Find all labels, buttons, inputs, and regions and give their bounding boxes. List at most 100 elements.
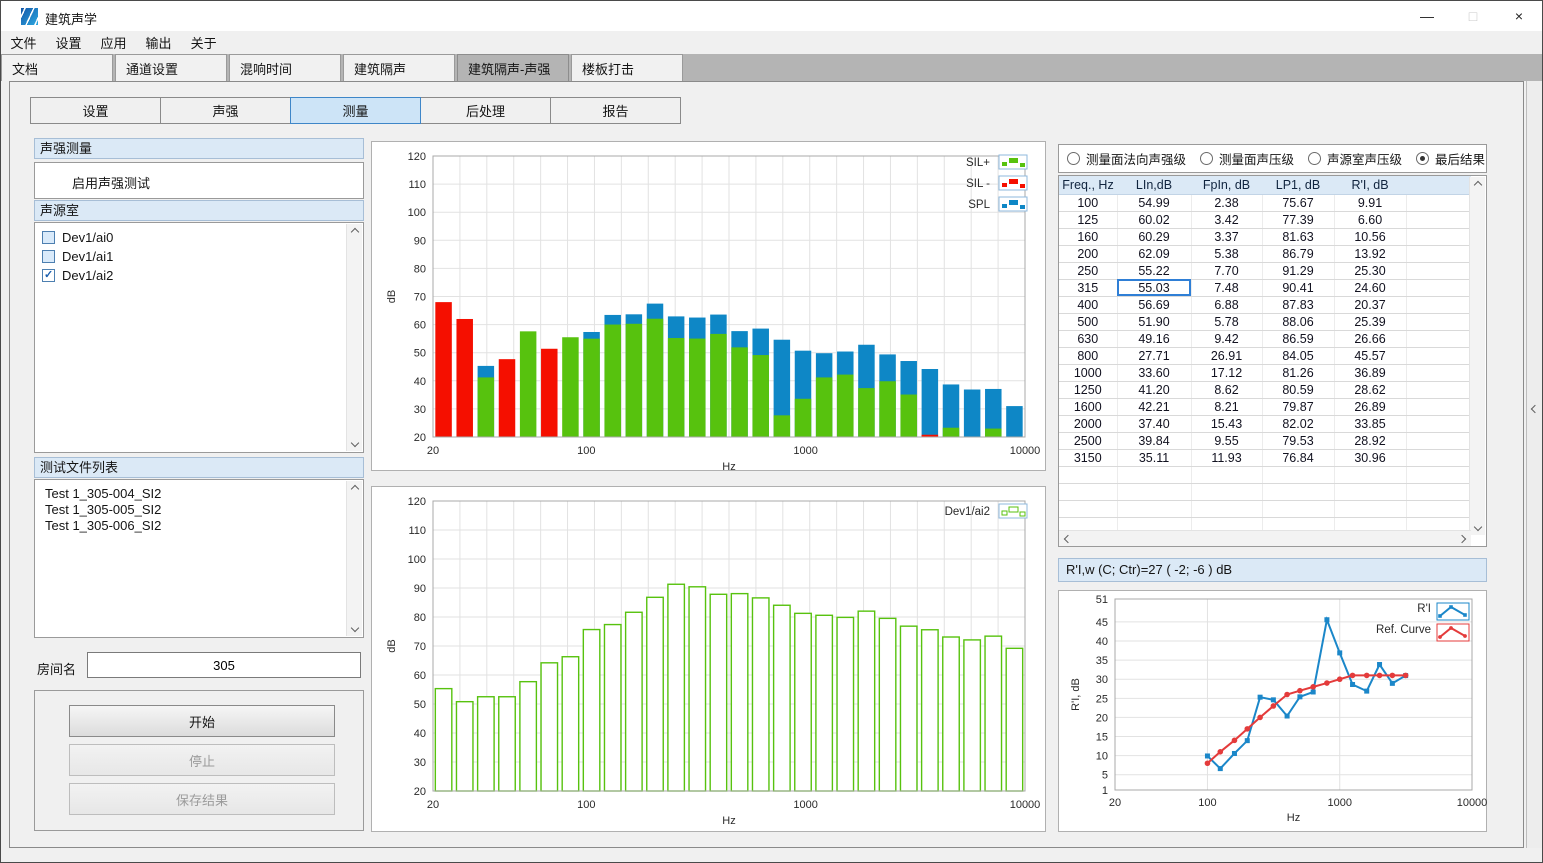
test-file-item[interactable]: Test 1_305-005_SI2 xyxy=(35,502,363,518)
table-cell[interactable]: 28.62 xyxy=(1334,381,1406,398)
table-cell[interactable] xyxy=(1262,466,1334,483)
table-cell[interactable]: 55.03 xyxy=(1117,279,1191,296)
table-cell[interactable]: 42.21 xyxy=(1117,398,1191,415)
table-cell[interactable]: 33.60 xyxy=(1117,364,1191,381)
table-cell[interactable] xyxy=(1406,228,1471,245)
menu-item[interactable]: 设置 xyxy=(46,33,91,52)
table-cell[interactable] xyxy=(1406,381,1471,398)
table-cell[interactable]: 2.38 xyxy=(1191,194,1262,211)
scroll-right-icon[interactable] xyxy=(1458,534,1466,542)
table-cell[interactable] xyxy=(1406,432,1471,449)
sub-tab[interactable]: 报告 xyxy=(550,97,681,124)
table-cell[interactable] xyxy=(1406,466,1471,483)
table-cell[interactable]: 79.87 xyxy=(1262,398,1334,415)
table-cell[interactable]: 55.22 xyxy=(1117,262,1191,279)
table-cell[interactable] xyxy=(1406,364,1471,381)
channel-list-item[interactable]: Dev1/ai2 xyxy=(35,266,363,285)
table-cell[interactable]: 27.71 xyxy=(1117,347,1191,364)
table-cell[interactable] xyxy=(1059,466,1117,483)
sub-tab[interactable]: 测量 xyxy=(290,97,421,124)
table-cell[interactable]: 26.66 xyxy=(1334,330,1406,347)
table-cell[interactable]: 80.59 xyxy=(1262,381,1334,398)
table-cell[interactable]: 13.92 xyxy=(1334,245,1406,262)
channel-checkbox[interactable] xyxy=(42,250,55,263)
table-cell[interactable]: 1250 xyxy=(1059,381,1117,398)
start-button[interactable]: 开始 xyxy=(69,705,335,737)
channel-list-item[interactable]: Dev1/ai0 xyxy=(35,228,363,247)
expand-panel-icon[interactable] xyxy=(1531,405,1539,413)
table-cell[interactable] xyxy=(1334,483,1406,500)
main-tab[interactable]: 通道设置 xyxy=(115,54,227,81)
table-cell[interactable]: 9.91 xyxy=(1334,194,1406,211)
table-cell[interactable]: 36.89 xyxy=(1334,364,1406,381)
table-cell[interactable]: 82.02 xyxy=(1262,415,1334,432)
table-cell[interactable] xyxy=(1406,347,1471,364)
table-cell[interactable]: 81.26 xyxy=(1262,364,1334,381)
sub-tab[interactable]: 声强 xyxy=(160,97,291,124)
table-cell[interactable]: 125 xyxy=(1059,211,1117,228)
test-file-item[interactable]: Test 1_305-006_SI2 xyxy=(35,518,363,534)
table-cell[interactable]: 1000 xyxy=(1059,364,1117,381)
table-cell[interactable] xyxy=(1191,500,1262,517)
result-view-radio[interactable]: 测量面法向声强级 xyxy=(1067,149,1194,168)
table-cell[interactable]: 24.60 xyxy=(1334,279,1406,296)
table-cell[interactable]: 49.16 xyxy=(1117,330,1191,347)
table-cell[interactable] xyxy=(1406,296,1471,313)
table-cell[interactable] xyxy=(1406,483,1471,500)
table-cell[interactable]: 90.41 xyxy=(1262,279,1334,296)
table-cell[interactable]: 7.48 xyxy=(1191,279,1262,296)
table-cell[interactable]: 51.90 xyxy=(1117,313,1191,330)
table-cell[interactable]: 45.57 xyxy=(1334,347,1406,364)
table-cell[interactable]: 6.88 xyxy=(1191,296,1262,313)
table-cell[interactable]: 54.99 xyxy=(1117,194,1191,211)
table-cell[interactable] xyxy=(1117,483,1191,500)
save-result-button[interactable]: 保存结果 xyxy=(69,783,335,815)
table-cell[interactable]: 56.69 xyxy=(1117,296,1191,313)
table-cell[interactable]: 250 xyxy=(1059,262,1117,279)
sub-tab[interactable]: 设置 xyxy=(30,97,161,124)
main-tab[interactable]: 混响时间 xyxy=(229,54,341,81)
table-cell[interactable] xyxy=(1262,483,1334,500)
table-cell[interactable]: 17.12 xyxy=(1191,364,1262,381)
table-cell[interactable]: 60.02 xyxy=(1117,211,1191,228)
table-vscrollbar[interactable] xyxy=(1469,177,1485,535)
table-cell[interactable]: 79.53 xyxy=(1262,432,1334,449)
table-cell[interactable]: 500 xyxy=(1059,313,1117,330)
table-cell[interactable]: 6.60 xyxy=(1334,211,1406,228)
scroll-up-icon[interactable] xyxy=(350,228,358,236)
radio-icon[interactable] xyxy=(1200,152,1213,165)
test-file-item[interactable]: Test 1_305-004_SI2 xyxy=(35,486,363,502)
table-cell[interactable]: 200 xyxy=(1059,245,1117,262)
table-cell[interactable] xyxy=(1406,262,1471,279)
table-cell[interactable]: 88.06 xyxy=(1262,313,1334,330)
main-tab[interactable]: 建筑隔声-声强 xyxy=(457,54,569,81)
table-cell[interactable]: 2500 xyxy=(1059,432,1117,449)
table-cell[interactable]: 77.39 xyxy=(1262,211,1334,228)
table-cell[interactable]: 630 xyxy=(1059,330,1117,347)
table-cell[interactable]: 9.55 xyxy=(1191,432,1262,449)
table-cell[interactable] xyxy=(1334,466,1406,483)
table-cell[interactable] xyxy=(1191,466,1262,483)
close-button[interactable]: × xyxy=(1496,1,1542,31)
table-cell[interactable] xyxy=(1406,415,1471,432)
table-cell[interactable] xyxy=(1406,330,1471,347)
table-cell[interactable] xyxy=(1191,483,1262,500)
radio-icon[interactable] xyxy=(1067,152,1080,165)
table-hscrollbar[interactable] xyxy=(1059,530,1471,546)
table-cell[interactable] xyxy=(1406,211,1471,228)
table-cell[interactable]: 25.30 xyxy=(1334,262,1406,279)
table-cell[interactable]: 8.62 xyxy=(1191,381,1262,398)
result-view-radio[interactable]: 声源室声压级 xyxy=(1308,149,1410,168)
table-cell[interactable] xyxy=(1406,245,1471,262)
table-cell[interactable]: 41.20 xyxy=(1117,381,1191,398)
table-cell[interactable]: 62.09 xyxy=(1117,245,1191,262)
table-cell[interactable] xyxy=(1406,449,1471,466)
stop-button[interactable]: 停止 xyxy=(69,744,335,776)
table-cell[interactable] xyxy=(1406,194,1471,211)
scroll-up-icon[interactable] xyxy=(350,485,358,493)
table-cell[interactable]: 315 xyxy=(1059,279,1117,296)
main-tab[interactable]: 文档 xyxy=(1,54,113,81)
table-cell[interactable]: 3.42 xyxy=(1191,211,1262,228)
table-cell[interactable]: 800 xyxy=(1059,347,1117,364)
table-cell[interactable] xyxy=(1059,483,1117,500)
